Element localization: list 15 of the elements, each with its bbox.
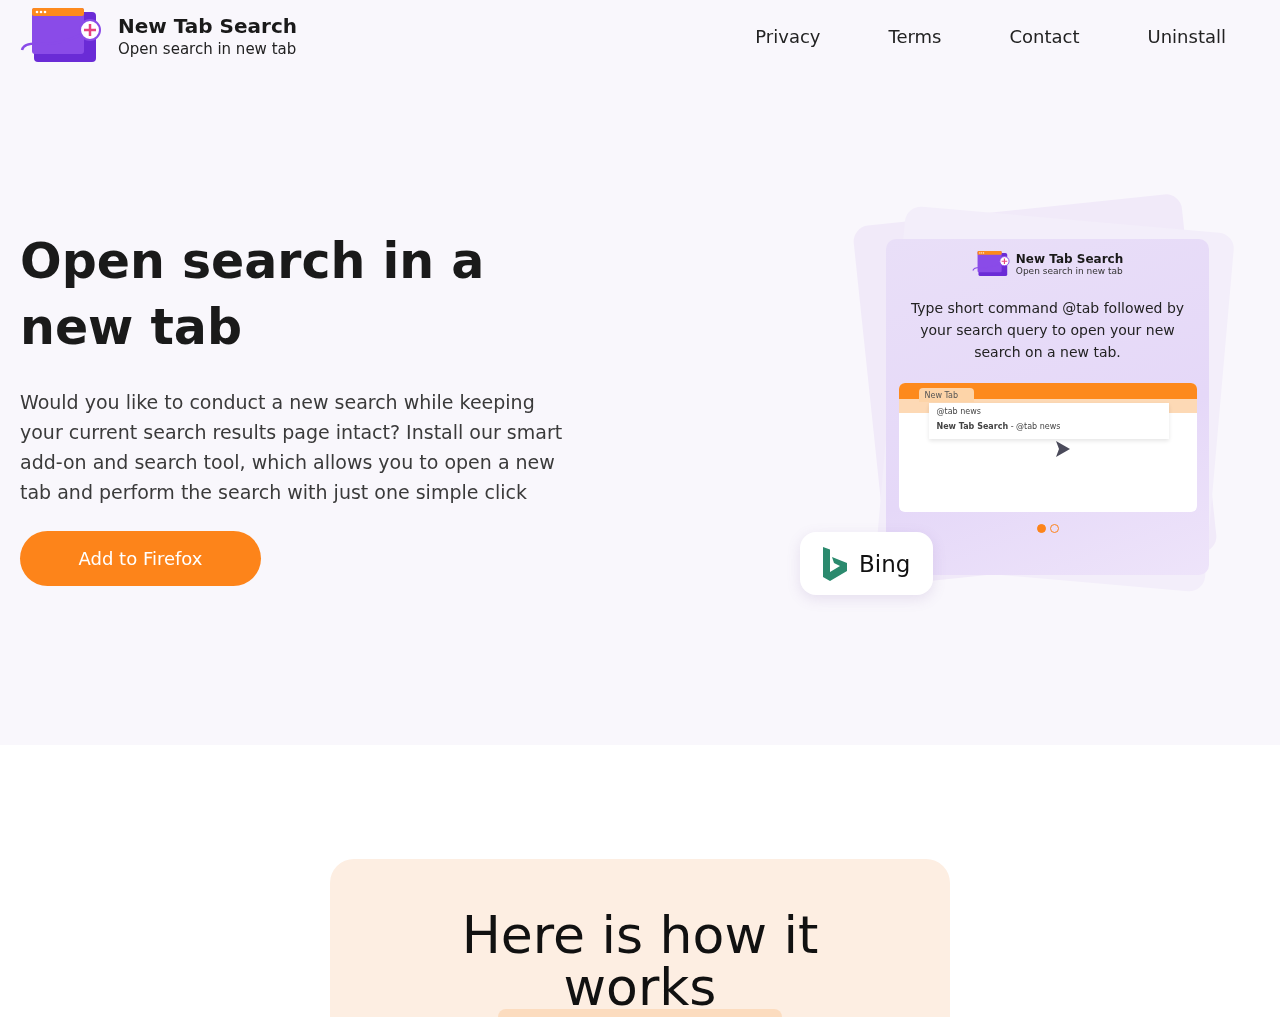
section-heading: Here is how it works	[460, 909, 820, 1013]
hero-heading: Open search in a new tab	[20, 232, 486, 358]
address-query: @tab news	[936, 406, 982, 417]
preview-subtitle: Open search in new tab	[1015, 266, 1124, 276]
site-title: New Tab Search	[118, 14, 297, 38]
site-subtitle: Open search in new tab	[118, 40, 297, 58]
hero-description: Would you like to conduct a new search while keeping your current search results page intact? Install our smart add-on and search tool, which allows you to open a new tab and perform the search with just one simple click	[20, 390, 564, 505]
search-engine-name: Bing	[859, 550, 911, 577]
nav-link[interactable]: Contact	[1009, 25, 1080, 47]
preview-description: Type short command @tab followed by your search query to open your new search on a new tab.	[909, 299, 1186, 362]
search-suggestion: New Tab Search - @tab news	[936, 421, 1062, 432]
nav-link[interactable]: Uninstall	[1147, 25, 1226, 47]
nav-link[interactable]: Terms	[888, 25, 942, 47]
nav-link[interactable]: Privacy	[755, 25, 821, 47]
preview-title: New Tab Search	[1015, 252, 1124, 266]
